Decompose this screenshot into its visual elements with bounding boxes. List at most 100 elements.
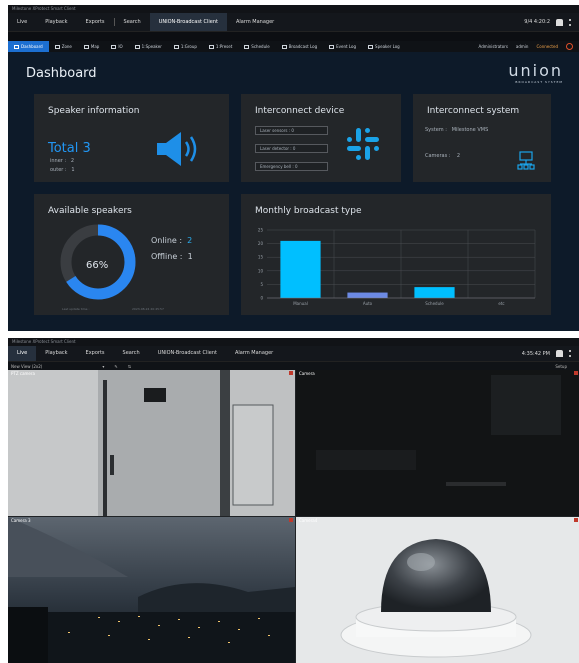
live-window: Milestone XProtect Smart Client Live Pla… — [8, 338, 579, 663]
chart-x-label: Auto — [363, 301, 373, 306]
zone-icon — [54, 44, 60, 49]
calendar-icon — [244, 44, 250, 49]
cameras-value: 2 — [456, 153, 461, 159]
chart-x-label: Schedule — [425, 301, 444, 306]
view-selector[interactable]: New View (2x2) — [11, 364, 42, 369]
emergency-bell: Emergency bell : 0 — [255, 162, 328, 171]
map-icon — [83, 44, 89, 49]
dashboard-window: Milestone XProtect Smart Client Live Pla… — [8, 5, 579, 331]
user-icon[interactable] — [556, 18, 563, 26]
camera-tile-4[interactable]: Camera4 — [296, 517, 579, 663]
availability-percent: 66% — [86, 260, 109, 271]
menu2-alarm-manager[interactable]: Alarm Manager — [226, 346, 282, 361]
page-title: Dashboard — [26, 66, 97, 81]
tab-speaker-label: 1:Speaker — [141, 44, 162, 49]
log-icon — [281, 44, 287, 49]
tab-schedule[interactable]: Schedule — [238, 41, 275, 52]
outer-value: 1 — [71, 167, 75, 173]
tab-zone-label: Zone — [61, 44, 72, 49]
tab-speaker-log[interactable]: Speaker Log — [362, 41, 406, 52]
layout-icon[interactable]: ⇅ — [128, 364, 131, 369]
power-icon[interactable] — [566, 43, 573, 50]
brand-logo-text: union — [508, 61, 563, 80]
menu-exports[interactable]: Exports — [77, 13, 114, 31]
menu2-playback[interactable]: Playback — [36, 346, 76, 361]
chevron-down-icon[interactable]: ▾ — [102, 364, 104, 369]
main-menu-2: Live Playback Exports Search UNION-Broad… — [8, 346, 579, 362]
interconnect-device-card: Interconnect device Laser sensors : 0 La… — [241, 94, 401, 182]
menu-playback[interactable]: Playback — [36, 13, 76, 31]
menu2-exports[interactable]: Exports — [77, 346, 114, 361]
system-value: Milestone VMS — [451, 127, 489, 133]
last-update-time: 2023-08-24 20:45:57 — [132, 307, 164, 311]
user-icon-2[interactable] — [556, 350, 563, 357]
system-row: System : Milestone VMS — [425, 127, 488, 133]
brand-subtitle: BROADCAST SYSTEM — [515, 80, 563, 84]
tile-name-camera: Camera — [299, 371, 315, 376]
tile-name-ptz: PTZ camera — [11, 371, 35, 376]
tab-map-label: Map — [90, 44, 100, 49]
connection-status[interactable]: Connected — [536, 44, 558, 49]
tab-group[interactable]: 1:Group — [168, 41, 203, 52]
tab-zone[interactable]: Zone — [49, 41, 78, 52]
outer-row: outer : 1 — [50, 167, 75, 173]
window-title: Milestone XProtect Smart Client — [8, 5, 579, 13]
chart-bar-auto — [347, 292, 388, 298]
tab-preset[interactable]: 1:Preset — [203, 41, 238, 52]
menu-union-broadcast-client[interactable]: UNION-Broadcast Client — [149, 13, 227, 31]
speaker-total: Total 3 — [48, 141, 91, 156]
tile-close-icon[interactable] — [574, 518, 578, 522]
camera-tile-3[interactable]: Camera 3 — [8, 517, 295, 663]
laser-sensors: Laser sensors : 0 — [255, 126, 328, 135]
menu2-search[interactable]: Search — [114, 346, 149, 361]
outer-label: outer : — [50, 167, 67, 173]
menu-alarm-manager[interactable]: Alarm Manager — [227, 13, 283, 31]
more-menu-icon[interactable] — [569, 18, 573, 26]
tab-schedule-label: Schedule — [251, 44, 270, 49]
camera-tile-ptz[interactable]: PTZ camera — [8, 370, 295, 516]
tab-io-label: IO — [118, 44, 123, 49]
tab-io[interactable]: IO — [105, 41, 128, 52]
dashboard-icon — [14, 44, 19, 49]
chart-x-label: etc — [498, 301, 504, 306]
tab-event-log[interactable]: Event Log — [323, 41, 362, 52]
available-speakers-title: Available speakers — [48, 206, 132, 216]
inner-label: inner : — [50, 158, 67, 164]
tile-close-icon[interactable] — [574, 371, 578, 375]
interconnect-device-title: Interconnect device — [255, 106, 345, 116]
tile-close-icon[interactable] — [289, 371, 293, 375]
tab-map[interactable]: Map — [78, 41, 105, 52]
tab-broadcast-log[interactable]: Broadcast Log — [276, 41, 323, 52]
offline-row: Offline : 1 — [151, 252, 193, 261]
menu-search[interactable]: Search — [115, 13, 150, 31]
menu2-union-broadcast-client[interactable]: UNION-Broadcast Client — [149, 346, 226, 361]
inner-value: 2 — [70, 158, 75, 164]
menu-live[interactable]: Live — [8, 13, 36, 31]
network-icon — [517, 151, 535, 170]
camera-tile-2[interactable]: Camera — [296, 370, 579, 516]
broadcast-toolbar: Dashboard Zone Map IO 1:Speaker 1:Group … — [8, 41, 579, 52]
tab-dashboard[interactable]: Dashboard — [8, 41, 49, 52]
tab-broadcast-log-label: Broadcast Log — [288, 44, 318, 49]
chart-bar-schedule — [414, 287, 455, 298]
clock: 9/4 4:20:2 — [524, 19, 550, 25]
ptz-camera-feed — [8, 370, 295, 516]
chart-y-tick: 10 — [258, 268, 264, 273]
chart-y-tick: 5 — [260, 282, 263, 287]
chart-y-tick: 25 — [258, 228, 264, 233]
tab-speaker[interactable]: 1:Speaker — [129, 41, 168, 52]
tab-event-log-label: Event Log — [336, 44, 357, 49]
tile-close-icon[interactable] — [289, 518, 293, 522]
edit-icon[interactable]: ✎ — [114, 364, 117, 369]
role-label: Administrators — [478, 44, 508, 49]
more-menu-icon-2[interactable] — [569, 350, 573, 357]
setup-button[interactable]: Setup — [555, 364, 579, 369]
hash-device-icon — [347, 128, 379, 160]
tab-preset-label: 1:Preset — [215, 44, 233, 49]
chart-bar-manual — [280, 240, 321, 298]
online-label: Online : — [151, 236, 183, 245]
menu2-live[interactable]: Live — [8, 346, 37, 361]
dashboard-panel: Dashboard union BROADCAST SYSTEM Speaker… — [8, 52, 579, 331]
chart-y-tick: 0 — [260, 296, 263, 301]
last-update-label: Last update time : — [62, 307, 90, 311]
